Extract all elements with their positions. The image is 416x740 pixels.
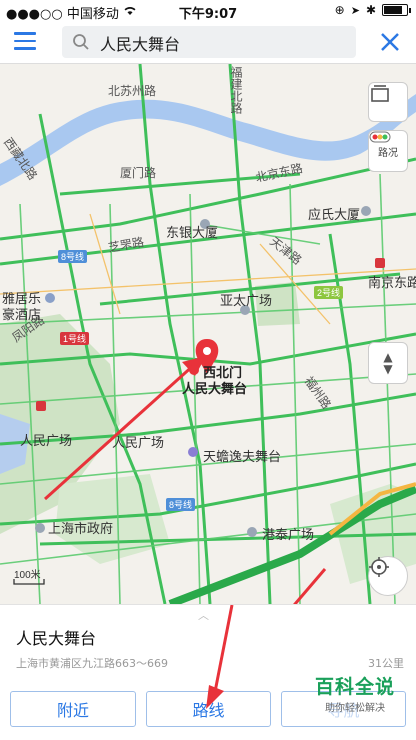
chevron-up-icon[interactable]: ︿	[198, 607, 209, 623]
place-title: 人民大舞台	[16, 629, 97, 648]
road-label: 福建北路	[229, 66, 243, 114]
metro-line-tag: 8号线	[58, 250, 88, 263]
hotel-poi-icon	[45, 293, 55, 303]
rotation-lock-icon: ⊕	[334, 3, 345, 17]
traffic-label: 路况	[378, 147, 398, 159]
building-poi-icon	[247, 527, 257, 537]
search-query: 人民大舞台	[100, 35, 181, 54]
location-icon: ➤	[350, 3, 360, 17]
bluetooth-icon: ✱	[365, 3, 376, 17]
road-label: 厦门路	[120, 166, 157, 180]
metro-line-tag: 2号线	[314, 286, 344, 299]
route-button[interactable]: 路线	[146, 691, 271, 727]
poi-label: 港泰广场	[262, 527, 315, 542]
road-label: 南京东路	[368, 275, 416, 290]
watermark: 百科全说 助你轻松解决	[300, 672, 410, 716]
poi-label: 上海市政府	[48, 521, 114, 536]
place-address: 上海市黄浦区九江路663～669	[16, 657, 168, 670]
metro-line-tag: 1号线	[60, 332, 90, 345]
scale-label: 100米	[14, 570, 41, 581]
menu-icon[interactable]	[14, 32, 36, 52]
building-poi-icon	[361, 206, 371, 216]
government-poi-icon	[35, 523, 45, 533]
nearby-button[interactable]: 附近	[10, 691, 136, 727]
poi-label: 亚太广场	[220, 293, 273, 308]
road-label: 北苏州路	[108, 84, 157, 98]
poi-label: 豪酒店	[2, 307, 42, 322]
layers-button[interactable]	[368, 82, 408, 122]
close-icon[interactable]	[376, 28, 404, 56]
metro-station-icon	[36, 401, 46, 411]
search-icon	[72, 33, 90, 55]
metro-station-icon	[375, 258, 385, 268]
theater-poi-icon	[188, 447, 198, 457]
map-view[interactable]: 北苏州路 西藏北路 福建北路 北京东路 厦门路 天津路 芝罘路 凤阳路 福州路 …	[0, 64, 416, 604]
poi-label: 人民广场	[112, 435, 165, 450]
compass-arrows-icon: ▲ ▼	[383, 350, 393, 376]
status-bar: ●●●○○ 中国移动 下午9:07 ⊕ ➤ ✱	[0, 0, 416, 22]
locate-button[interactable]	[368, 556, 408, 596]
search-field[interactable]: 人民大舞台	[62, 26, 356, 58]
compass-button[interactable]: ▲ ▼	[368, 342, 408, 384]
watermark-title: 百科全说	[314, 676, 395, 698]
search-header: 人民大舞台	[0, 22, 416, 64]
poi-label: 应氏大厦	[308, 207, 361, 222]
destination-name-label: 人民大舞台	[182, 381, 248, 396]
place-distance: 31公里	[368, 657, 404, 670]
poi-label: 人民广场	[20, 433, 73, 448]
watermark-subtitle: 助你轻松解决	[325, 703, 385, 714]
poi-label: 天蟾逸夫舞台	[203, 449, 282, 464]
poi-label: 东银大厦	[166, 225, 219, 240]
metro-line-tag: 8号线	[166, 498, 196, 511]
annotation-arrow	[293, 568, 327, 604]
traffic-button[interactable]: 路况	[368, 130, 408, 172]
battery-icon	[382, 4, 411, 16]
